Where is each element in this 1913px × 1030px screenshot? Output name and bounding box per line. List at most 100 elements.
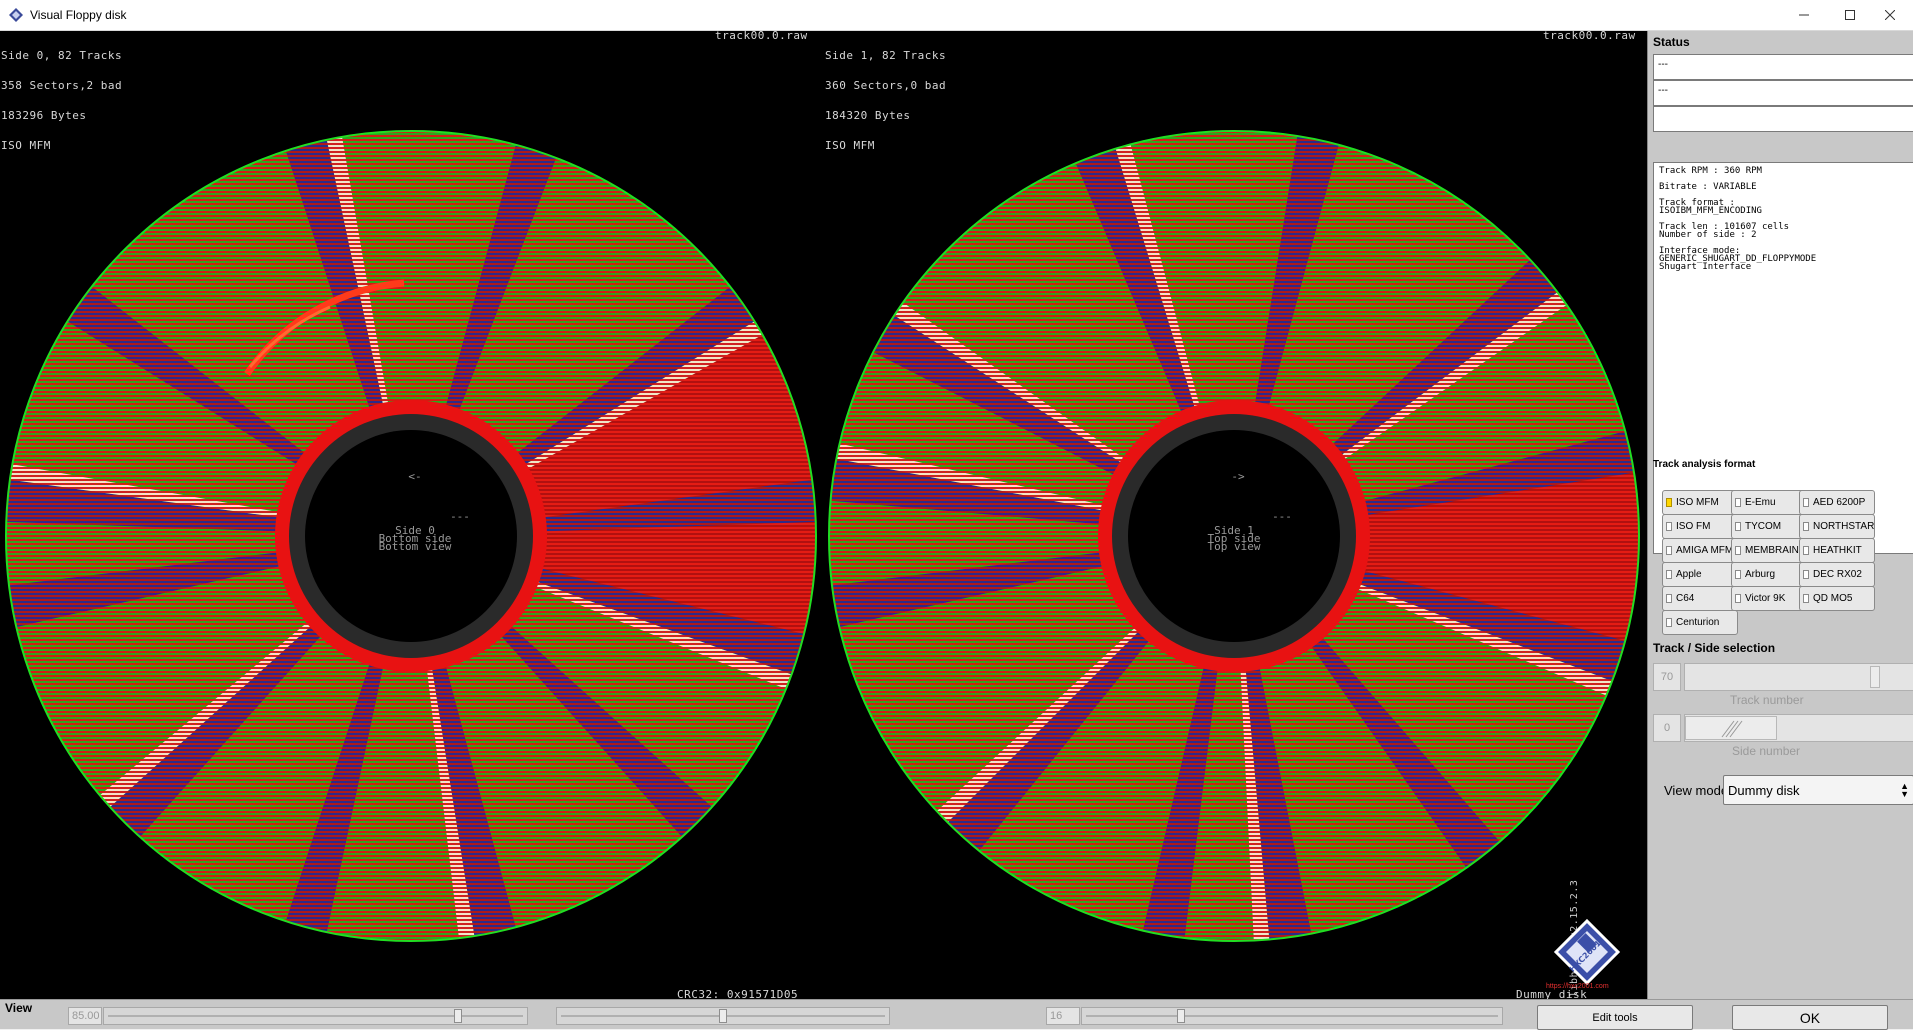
format-toggle-victor-9k[interactable]: Victor 9K: [1731, 586, 1807, 611]
scale-slider-thumb[interactable]: [1177, 1009, 1185, 1023]
floppy-visualization[interactable]: Side 0, 82 Tracks 358 Sectors,2 bad 1832…: [0, 31, 1647, 999]
view-mode-value: Dummy disk: [1728, 783, 1800, 798]
ok-button[interactable]: OK: [1732, 1005, 1888, 1030]
format-checkbox[interactable]: [1735, 546, 1741, 555]
side0-bytes: 183296 Bytes: [1, 109, 87, 122]
format-toggle-c64[interactable]: C64: [1662, 586, 1738, 611]
track-number-value: 70: [1653, 663, 1681, 691]
format-checkbox[interactable]: [1666, 594, 1672, 603]
format-label: DEC RX02: [1813, 569, 1862, 580]
zoom-slider[interactable]: [103, 1007, 528, 1025]
side1-sectors: 360 Sectors,0 bad: [825, 79, 947, 92]
format-toggle-aed-6200p[interactable]: AED 6200P: [1799, 490, 1875, 515]
track-number-label: Track number: [1730, 693, 1804, 707]
format-checkbox[interactable]: [1803, 498, 1809, 507]
edit-tools-button[interactable]: Edit tools: [1537, 1005, 1693, 1030]
format-checkbox[interactable]: [1803, 546, 1809, 555]
minimize-button[interactable]: [1781, 0, 1827, 30]
rotation-slider[interactable]: [556, 1007, 890, 1025]
format-checkbox[interactable]: [1803, 570, 1809, 579]
zoom-slider-thumb[interactable]: [454, 1009, 462, 1023]
format-checkbox[interactable]: [1735, 498, 1741, 507]
format-label: AMIGA MFM: [1676, 545, 1734, 556]
format-checkbox[interactable]: [1803, 522, 1809, 531]
side-number-value: 0: [1653, 714, 1681, 742]
format-label: ISO MFM: [1676, 497, 1719, 508]
format-toggle-e-emu[interactable]: E-Emu: [1731, 490, 1807, 515]
side0-tracks: Side 0, 82 Tracks: [1, 49, 123, 62]
format-label: AED 6200P: [1813, 497, 1866, 508]
format-checkbox[interactable]: [1735, 522, 1741, 531]
format-label: E-Emu: [1745, 497, 1776, 508]
format-label: C64: [1676, 593, 1695, 604]
format-toggle-arburg[interactable]: Arburg: [1731, 562, 1807, 587]
side1-info: Side 1, 82 Tracks 360 Sectors,0 bad 1843…: [825, 31, 946, 171]
disk1-direction-arrow: ->: [1231, 470, 1245, 483]
format-label: MEMBRAIN: [1745, 545, 1799, 556]
format-label: HEATHKIT: [1813, 545, 1862, 556]
format-label: TYCOM: [1745, 521, 1782, 532]
maximize-icon: [1845, 10, 1855, 20]
format-label: Victor 9K: [1745, 593, 1786, 604]
close-button[interactable]: [1867, 0, 1913, 30]
format-label: NORTHSTAR: [1813, 521, 1875, 532]
format-checkbox[interactable]: [1666, 522, 1672, 531]
side1-tracks: Side 1, 82 Tracks: [825, 49, 947, 62]
disk1-dash: ---: [1272, 510, 1292, 523]
format-label: Apple: [1676, 569, 1702, 580]
format-checkbox[interactable]: [1666, 618, 1672, 627]
disk0-dash: ---: [450, 510, 470, 523]
side1-bytes: 184320 Bytes: [825, 109, 911, 122]
track-number-slider[interactable]: [1684, 663, 1913, 691]
format-toggle-northstar[interactable]: NORTHSTAR: [1799, 514, 1875, 539]
close-icon: [1885, 10, 1895, 20]
format-toggle-centurion[interactable]: Centurion: [1662, 610, 1738, 635]
format-toggle-iso-fm[interactable]: ISO FM: [1662, 514, 1738, 539]
format-label: Arburg: [1745, 569, 1776, 580]
format-toggle-heathkit[interactable]: HEATHKIT: [1799, 538, 1875, 563]
side0-sectors: 358 Sectors,2 bad: [1, 79, 123, 92]
track-slider-thumb[interactable]: [1870, 666, 1880, 688]
format-toggle-amiga-mfm[interactable]: AMIGA MFM: [1662, 538, 1738, 563]
minimize-icon: [1799, 14, 1809, 16]
format-checkbox[interactable]: [1666, 546, 1672, 555]
side-slider-thumb[interactable]: [1685, 716, 1777, 740]
format-toggle-iso-mfm[interactable]: ISO MFM: [1662, 490, 1738, 515]
track-side-title: Track / Side selection: [1653, 641, 1776, 655]
format-checkbox[interactable]: [1666, 570, 1672, 579]
crc32-readout: CRC32: 0x91571D05: [677, 988, 799, 999]
format-toggle-apple[interactable]: Apple: [1662, 562, 1738, 587]
side0-format: ISO MFM: [1, 139, 51, 152]
format-checkbox[interactable]: [1666, 498, 1672, 507]
format-checkbox[interactable]: [1803, 594, 1809, 603]
scale-slider[interactable]: [1081, 1007, 1503, 1025]
side1-filename: track00.0.raw: [1543, 31, 1636, 42]
format-checkbox[interactable]: [1735, 594, 1741, 603]
disk0-direction-arrow: <-: [408, 470, 422, 483]
status-title: Status: [1653, 35, 1690, 49]
status-field-1: ---: [1653, 54, 1913, 80]
format-toggle-membrain[interactable]: MEMBRAIN: [1731, 538, 1807, 563]
bottom-bar: View 85.00 16 Edit tools OK: [0, 999, 1913, 1030]
info-interface-mode: Interface mode: GENERIC_SHUGART_DD_FLOPP…: [1659, 246, 1817, 272]
format-checkbox[interactable]: [1735, 570, 1741, 579]
format-toggle-tycom[interactable]: TYCOM: [1731, 514, 1807, 539]
status-field-2: ---: [1653, 80, 1913, 106]
scale-value-field: 16: [1046, 1007, 1080, 1025]
hxc-logo: HXC2001 https://hxc2001.com: [1546, 917, 1622, 990]
info-bitrate: Bitrate : VARIABLE: [1659, 182, 1757, 192]
grip-icon: [1721, 720, 1743, 738]
track-analysis-title: Track analysis format: [1653, 459, 1756, 470]
side-number-slider[interactable]: [1684, 714, 1913, 742]
hxc-url: https://hxc2001.com: [1546, 983, 1609, 990]
view-mode-select[interactable]: Dummy disk ▲ ▼: [1723, 775, 1913, 805]
rotation-slider-thumb[interactable]: [719, 1009, 727, 1023]
scale-slider-track: [1086, 1015, 1498, 1017]
format-toggle-qd-mo5[interactable]: QD MO5: [1799, 586, 1875, 611]
disk1-sub2: Top view: [1207, 540, 1261, 553]
format-label: ISO FM: [1676, 521, 1711, 532]
status-field-3: [1653, 106, 1913, 132]
format-toggle-dec-rx02[interactable]: DEC RX02: [1799, 562, 1875, 587]
side0-filename: track00.0.raw: [715, 31, 808, 42]
zoom-value-field: 85.00: [68, 1007, 102, 1025]
